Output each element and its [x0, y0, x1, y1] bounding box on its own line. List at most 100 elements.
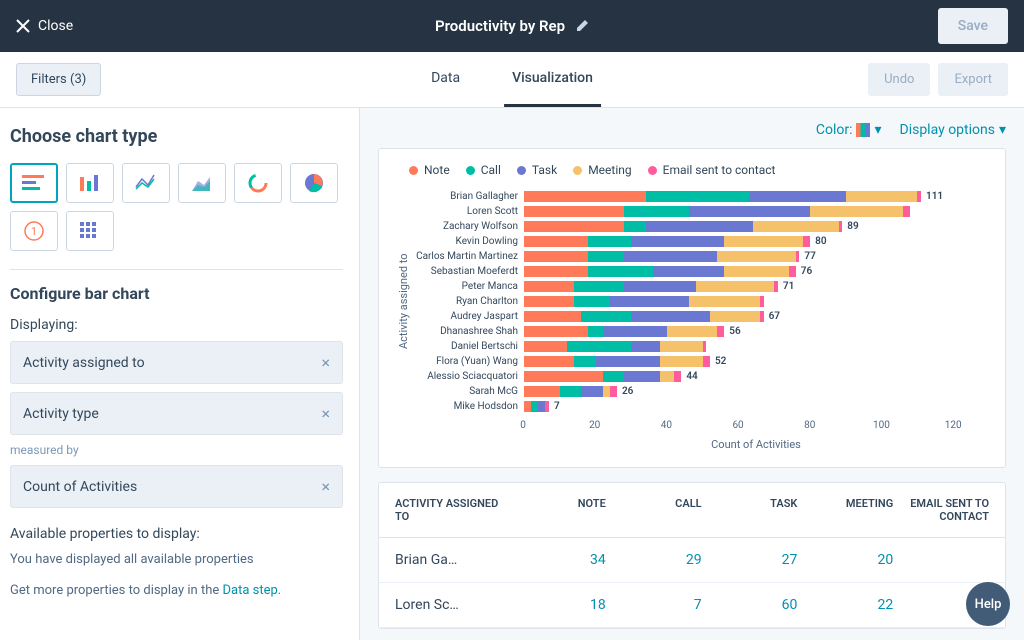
bar-segment[interactable]: [674, 371, 681, 382]
bar-segment[interactable]: [689, 296, 761, 307]
bar-segment[interactable]: [667, 326, 717, 337]
chart-type-donut[interactable]: [234, 163, 282, 203]
remove-icon[interactable]: ×: [321, 353, 330, 372]
bar-segment[interactable]: [749, 191, 846, 202]
bar-segment[interactable]: [703, 341, 707, 352]
undo-button[interactable]: Undo: [868, 63, 930, 96]
bar-segment[interactable]: [631, 236, 724, 247]
bar-segment[interactable]: [524, 251, 588, 262]
bar-segment[interactable]: [624, 371, 660, 382]
bar-segment[interactable]: [574, 356, 595, 367]
remove-icon[interactable]: ×: [321, 404, 330, 423]
bar-segment[interactable]: [588, 236, 631, 247]
data-step-link[interactable]: Data step.: [222, 583, 281, 598]
bar-segment[interactable]: [567, 341, 631, 352]
bar-segment[interactable]: [646, 221, 753, 232]
legend-item[interactable]: Call: [466, 163, 501, 177]
bar-segment[interactable]: [789, 266, 796, 277]
filters-button[interactable]: Filters (3): [16, 63, 101, 96]
bar-segment[interactable]: [631, 311, 710, 322]
remove-icon[interactable]: ×: [321, 477, 330, 496]
bar-segment[interactable]: [903, 206, 910, 217]
bar-segment[interactable]: [524, 296, 574, 307]
pill-count-activities[interactable]: Count of Activities×: [10, 465, 343, 508]
bar-segment[interactable]: [703, 356, 710, 367]
bar-segment[interactable]: [538, 401, 545, 412]
legend-item[interactable]: Email sent to contact: [648, 163, 776, 177]
bar-segment[interactable]: [524, 341, 567, 352]
bar-segment[interactable]: [796, 251, 800, 262]
tab-visualization[interactable]: Visualization: [504, 52, 601, 107]
bar-segment[interactable]: [624, 221, 645, 232]
bar-segment[interactable]: [603, 371, 624, 382]
chart-type-hbar[interactable]: [10, 163, 58, 203]
table-header[interactable]: MEETING: [797, 497, 893, 523]
bar-segment[interactable]: [524, 386, 560, 397]
bar-segment[interactable]: [631, 341, 660, 352]
table-header[interactable]: EMAIL SENT TO CONTACT: [893, 497, 989, 523]
bar-segment[interactable]: [610, 296, 689, 307]
legend-item[interactable]: Meeting: [573, 163, 631, 177]
bar-segment[interactable]: [574, 296, 610, 307]
bar-segment[interactable]: [660, 371, 674, 382]
bar-segment[interactable]: [660, 341, 703, 352]
bar-segment[interactable]: [696, 281, 775, 292]
bar-segment[interactable]: [717, 251, 796, 262]
bar-segment[interactable]: [603, 386, 610, 397]
bar-segment[interactable]: [917, 191, 921, 202]
save-button[interactable]: Save: [938, 8, 1008, 44]
bar-segment[interactable]: [524, 191, 646, 202]
tab-data[interactable]: Data: [423, 52, 468, 107]
bar-segment[interactable]: [524, 236, 588, 247]
bar-segment[interactable]: [624, 206, 688, 217]
bar-segment[interactable]: [524, 401, 531, 412]
bar-segment[interactable]: [588, 326, 602, 337]
bar-segment[interactable]: [724, 266, 788, 277]
bar-segment[interactable]: [560, 386, 581, 397]
bar-segment[interactable]: [724, 236, 803, 247]
bar-segment[interactable]: [524, 266, 588, 277]
export-button[interactable]: Export: [938, 63, 1008, 96]
bar-segment[interactable]: [624, 281, 696, 292]
table-header[interactable]: ACTIVITY ASSIGNED TO: [395, 497, 510, 523]
bar-segment[interactable]: [524, 371, 603, 382]
bar-segment[interactable]: [588, 266, 652, 277]
help-button[interactable]: Help: [966, 582, 1010, 626]
bar-segment[interactable]: [524, 356, 574, 367]
pill-activity-assigned[interactable]: Activity assigned to×: [10, 341, 343, 384]
chart-type-area[interactable]: [178, 163, 226, 203]
bar-segment[interactable]: [624, 251, 717, 262]
pencil-icon[interactable]: [575, 19, 589, 33]
bar-segment[interactable]: [581, 311, 631, 322]
bar-segment[interactable]: [710, 311, 760, 322]
bar-segment[interactable]: [610, 386, 617, 397]
color-picker[interactable]: Color:▾: [816, 122, 882, 138]
bar-segment[interactable]: [524, 311, 581, 322]
bar-segment[interactable]: [689, 206, 811, 217]
bar-segment[interactable]: [660, 356, 703, 367]
bar-segment[interactable]: [524, 281, 574, 292]
table-row[interactable]: Brian Ga…34292720: [379, 538, 1005, 583]
bar-segment[interactable]: [753, 221, 839, 232]
bar-segment[interactable]: [846, 191, 918, 202]
bar-segment[interactable]: [545, 401, 549, 412]
bar-segment[interactable]: [603, 326, 667, 337]
bar-segment[interactable]: [646, 191, 750, 202]
display-options[interactable]: Display options▾: [900, 122, 1007, 138]
bar-segment[interactable]: [596, 356, 660, 367]
bar-segment[interactable]: [524, 326, 588, 337]
chart-type-vbar[interactable]: [66, 163, 114, 203]
bar-segment[interactable]: [653, 266, 725, 277]
bar-segment[interactable]: [839, 221, 843, 232]
bar-segment[interactable]: [581, 386, 602, 397]
chart-type-pie[interactable]: [290, 163, 338, 203]
bar-segment[interactable]: [774, 281, 778, 292]
bar-segment[interactable]: [574, 281, 624, 292]
bar-segment[interactable]: [588, 251, 624, 262]
table-header[interactable]: NOTE: [510, 497, 606, 523]
bar-segment[interactable]: [524, 206, 624, 217]
pill-activity-type[interactable]: Activity type×: [10, 392, 343, 435]
bar-segment[interactable]: [524, 221, 624, 232]
close-button[interactable]: Close: [16, 18, 73, 34]
legend-item[interactable]: Note: [409, 163, 450, 177]
